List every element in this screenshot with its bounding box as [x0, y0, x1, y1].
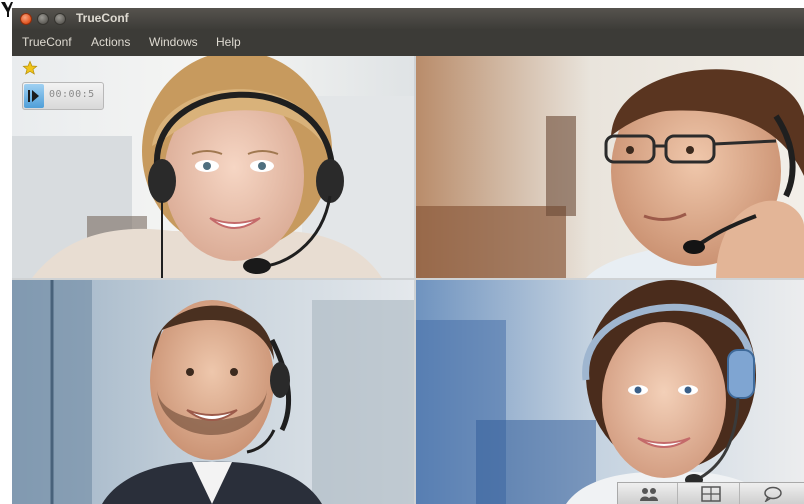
chat-icon	[764, 486, 782, 502]
menu-item-trueconf[interactable]: TrueConf	[22, 35, 72, 49]
menu-item-actions[interactable]: Actions	[91, 35, 130, 49]
timer-value: 00:00:5	[49, 89, 95, 100]
trueconf-window: TrueConf TrueConf Actions Windows Help 0…	[12, 8, 804, 504]
participant-3-video	[12, 280, 414, 504]
chat-button[interactable]	[742, 483, 802, 504]
minimize-icon[interactable]	[37, 13, 49, 25]
video-tile-participant-2[interactable]	[416, 56, 804, 278]
close-icon[interactable]	[20, 13, 32, 25]
video-grid: 00:00:5	[12, 56, 804, 504]
video-tile-participant-4[interactable]	[416, 280, 804, 504]
video-tile-participant-3[interactable]	[12, 280, 414, 504]
title-bar: TrueConf	[12, 8, 804, 30]
call-toolbar	[617, 482, 804, 504]
maximize-icon[interactable]	[54, 13, 66, 25]
play-button[interactable]	[24, 84, 44, 108]
menu-bar: TrueConf Actions Windows Help	[12, 30, 804, 56]
layout-button[interactable]	[680, 483, 740, 504]
participant-4-video	[416, 280, 804, 504]
participant-2-video	[416, 56, 804, 278]
menu-item-help[interactable]: Help	[216, 35, 241, 49]
participants-icon	[640, 488, 658, 501]
recording-timer: 00:00:5	[22, 82, 104, 110]
star-icon[interactable]	[22, 60, 38, 76]
play-icon	[28, 90, 39, 102]
window-title: TrueConf	[76, 11, 129, 25]
participants-button[interactable]	[618, 483, 678, 504]
layout-icon	[701, 486, 721, 502]
menu-item-windows[interactable]: Windows	[149, 35, 198, 49]
video-tile-participant-1[interactable]: 00:00:5	[12, 56, 414, 278]
